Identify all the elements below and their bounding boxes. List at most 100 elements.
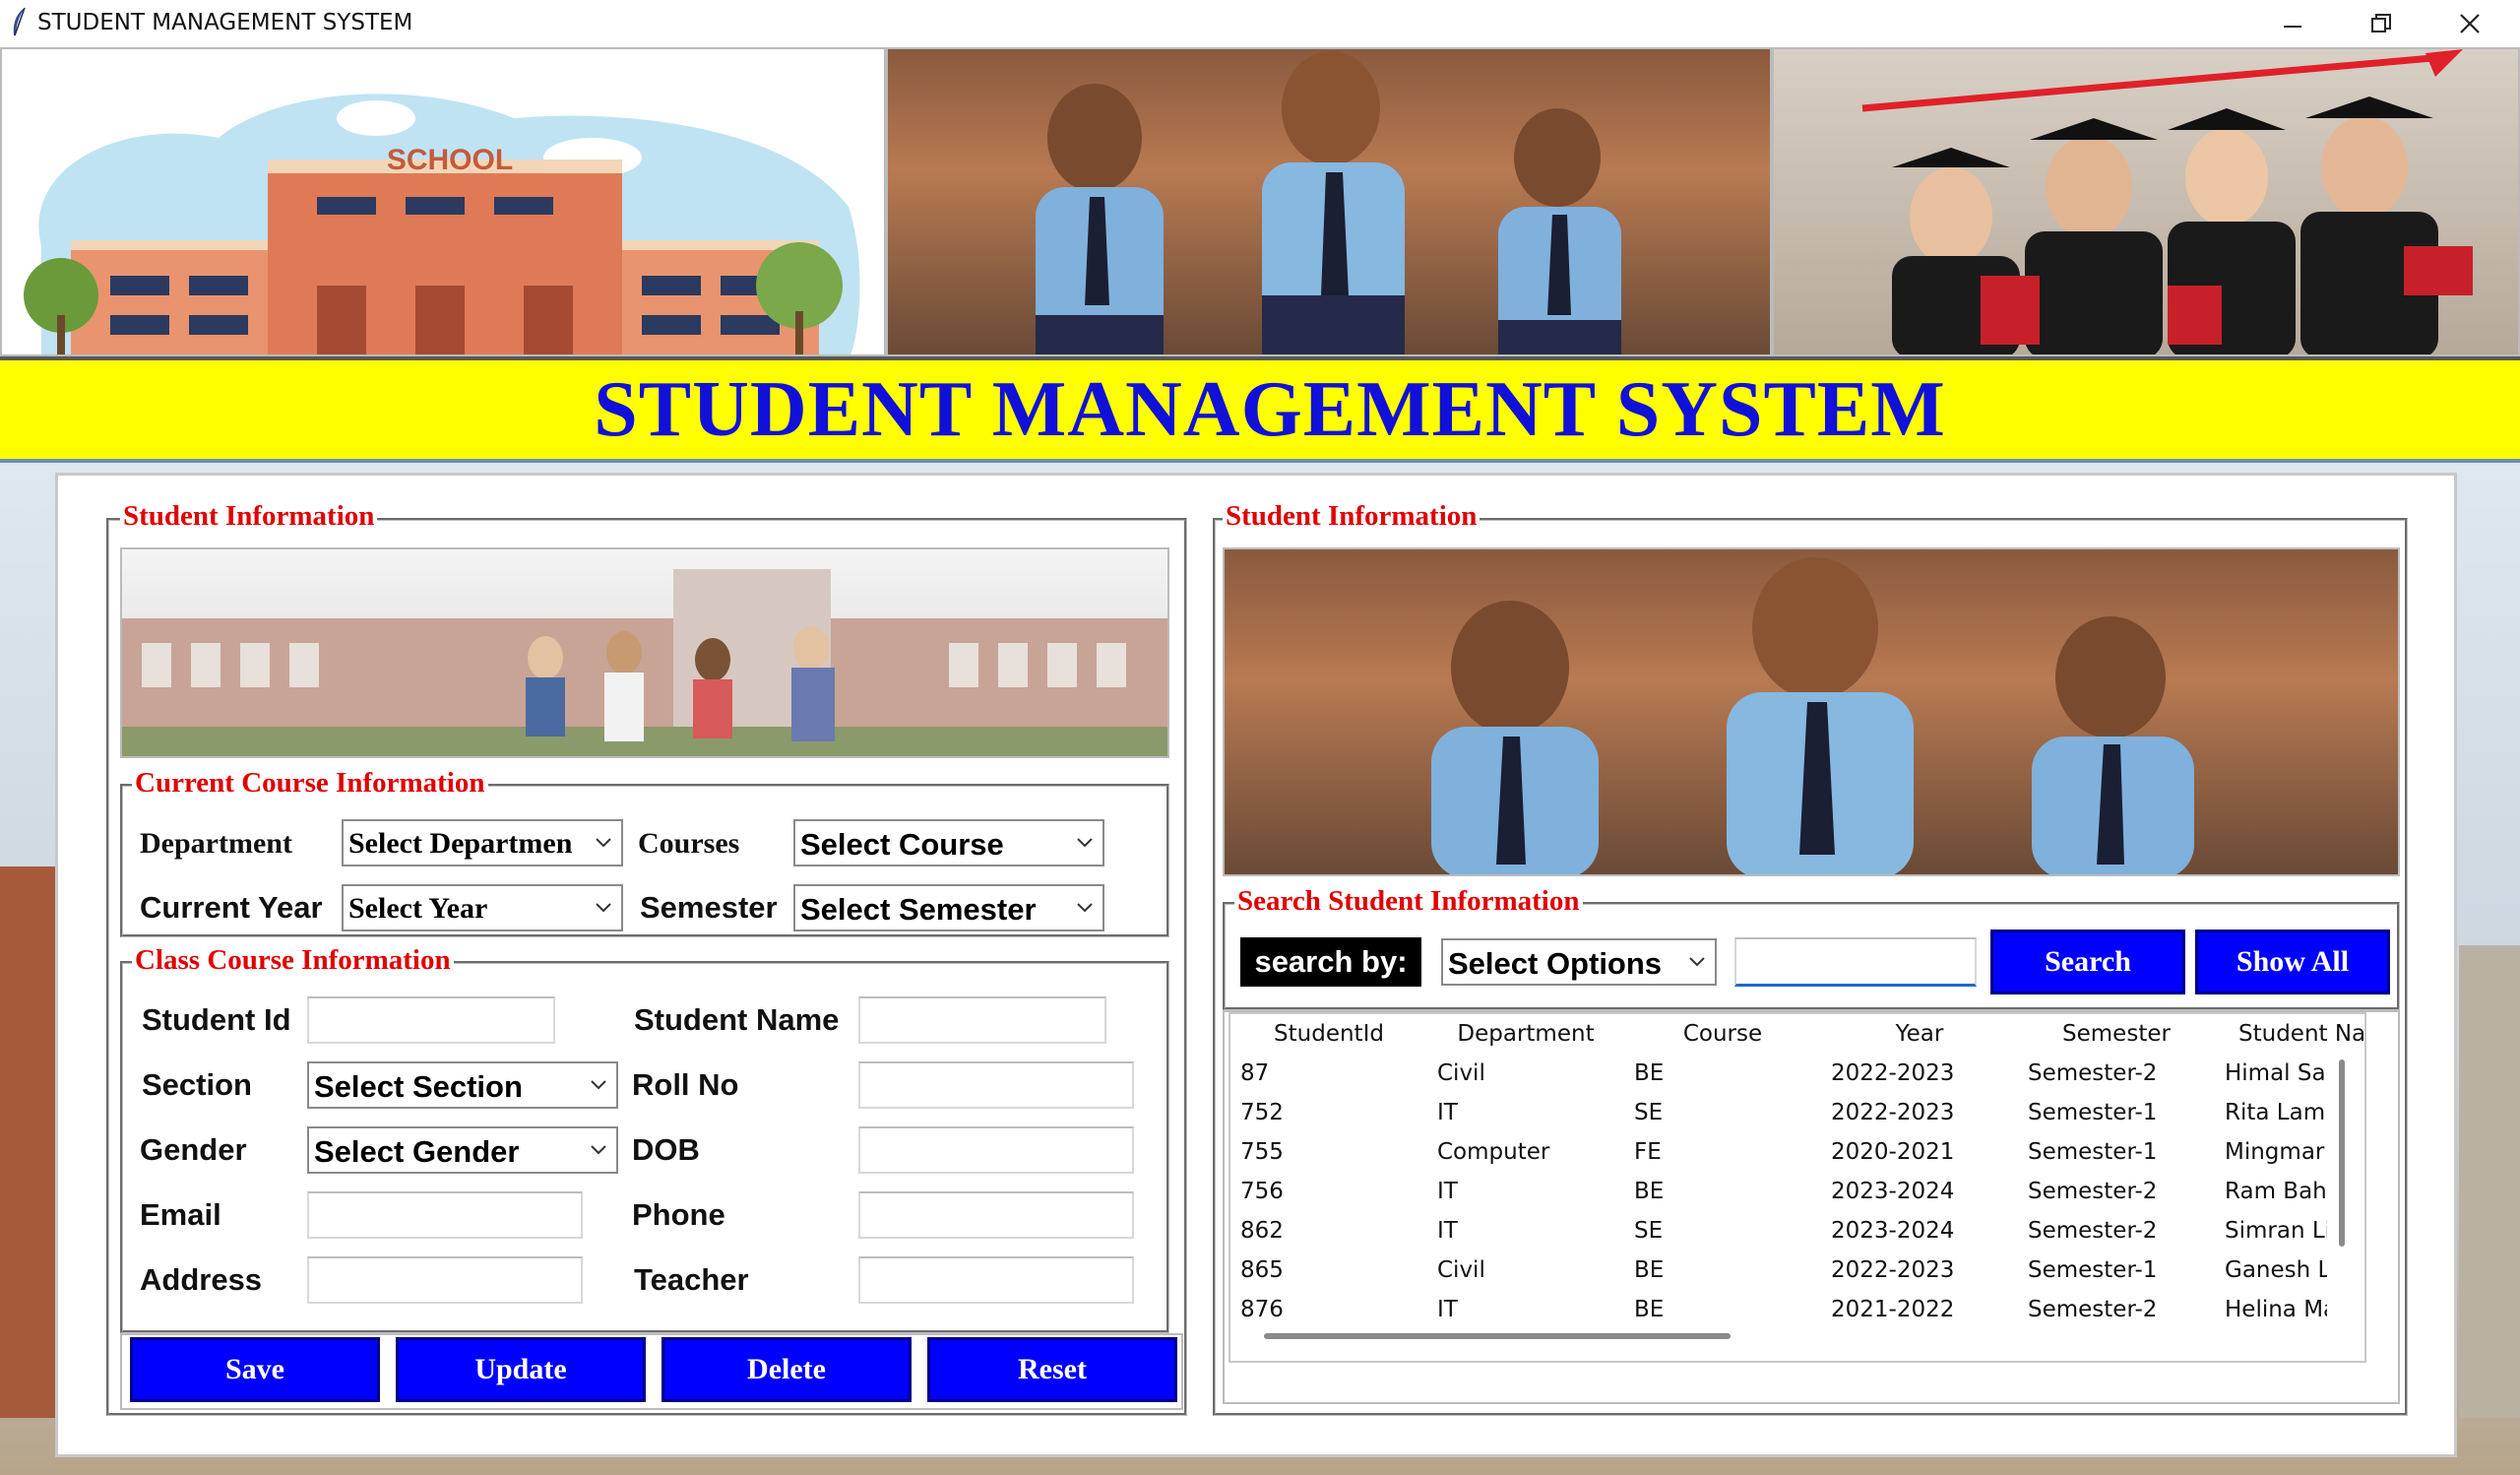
- year-select[interactable]: Select Year: [342, 884, 623, 931]
- restore-button[interactable]: [2337, 0, 2426, 47]
- app-banner: STUDENT MANAGEMENT SYSTEM: [0, 356, 2520, 463]
- search-button[interactable]: Search: [1990, 930, 2185, 994]
- column-header-semester[interactable]: Semester: [2018, 1014, 2216, 1054]
- cell-year: 2022-2023: [1831, 1060, 1955, 1086]
- cell-department: Civil: [1437, 1060, 1485, 1086]
- red-arrow: [1861, 53, 2444, 112]
- cell-course: FE: [1634, 1139, 1662, 1165]
- banner-title: STUDENT MANAGEMENT SYSTEM: [594, 365, 1946, 453]
- chevron-down-icon: [1689, 957, 1705, 967]
- student-name-label: Student Name: [634, 1002, 840, 1037]
- phone-input[interactable]: [858, 1191, 1134, 1239]
- right-frame-title: Student Information: [1223, 500, 1480, 532]
- search-options-value: Select Options: [1448, 946, 1663, 981]
- courses-select[interactable]: Select Course: [793, 819, 1104, 866]
- reset-button[interactable]: Reset: [927, 1337, 1177, 1402]
- cell-course: BE: [1634, 1257, 1665, 1283]
- table-row[interactable]: 755 Computer FE 2020-2021 Semester-1 Mingmar …: [1230, 1132, 2364, 1172]
- column-header-department[interactable]: Department: [1427, 1014, 1625, 1054]
- chevron-down-icon: [591, 1145, 606, 1155]
- save-button[interactable]: Save: [130, 1337, 380, 1402]
- building-right-background: [2459, 945, 2520, 1418]
- title-bar: STUDENT MANAGEMENT SYSTEM: [0, 0, 2520, 47]
- table-row[interactable]: 87 Civil BE 2022-2023 Semester-2 Himal Sagar: [1230, 1054, 2364, 1093]
- dob-input[interactable]: [858, 1126, 1134, 1174]
- restore-icon: [2371, 14, 2391, 32]
- school-illustration: SCHOOL: [24, 94, 860, 354]
- department-select-value: Select Departmen: [348, 827, 573, 860]
- cell-student-name: Ganesh Limb: [2225, 1257, 2327, 1283]
- delete-button[interactable]: Delete: [662, 1337, 912, 1402]
- close-icon: [2460, 14, 2480, 33]
- gender-select-value: Select Gender: [314, 1134, 520, 1169]
- graduates-illustration: [1861, 49, 2473, 354]
- cell-studentid: 862: [1240, 1218, 1284, 1244]
- address-input[interactable]: [307, 1256, 583, 1304]
- cell-student-name: Ram Bahadur: [2225, 1179, 2327, 1204]
- cell-studentid: 87: [1240, 1060, 1270, 1086]
- graduates-photo: [1772, 47, 2520, 356]
- cell-semester: Semester-1: [2028, 1100, 2158, 1125]
- email-input[interactable]: [307, 1191, 583, 1239]
- year-select-value: Select Year: [348, 892, 488, 925]
- search-options-select[interactable]: Select Options: [1441, 938, 1717, 986]
- cell-year: 2023-2024: [1831, 1179, 1955, 1204]
- students-illustration-right: [1431, 557, 2194, 874]
- cell-student-name: Mingmar Lan: [2225, 1139, 2327, 1165]
- cell-year: 2022-2023: [1831, 1100, 1955, 1125]
- roll-no-input[interactable]: [858, 1061, 1134, 1109]
- gender-select[interactable]: Select Gender: [307, 1126, 618, 1174]
- teacher-input[interactable]: [858, 1256, 1134, 1304]
- cell-course: SE: [1634, 1218, 1664, 1244]
- section-select-value: Select Section: [314, 1069, 523, 1104]
- semester-select[interactable]: Select Semester: [793, 884, 1104, 931]
- cell-semester: Semester-2: [2028, 1218, 2158, 1244]
- column-header-year[interactable]: Year: [1821, 1014, 2019, 1054]
- student-name-input[interactable]: [858, 996, 1106, 1044]
- vertical-scrollbar[interactable]: [2327, 1054, 2361, 1319]
- cell-semester: Semester-1: [2028, 1257, 2158, 1283]
- cell-department: IT: [1437, 1100, 1458, 1125]
- table-row[interactable]: 752 IT SE 2022-2023 Semester-1 Rita Lamichh: [1230, 1093, 2364, 1132]
- cell-department: IT: [1437, 1218, 1458, 1244]
- courses-label: Courses: [638, 827, 740, 860]
- window-title: STUDENT MANAGEMENT SYSTEM: [37, 10, 413, 35]
- students-illustration: [1036, 51, 1621, 354]
- cell-year: 2020-2021: [1831, 1139, 1955, 1165]
- search-input[interactable]: [1734, 937, 1977, 987]
- horizontal-scrollbar-thumb[interactable]: [1264, 1333, 1731, 1339]
- table-row[interactable]: 862 IT SE 2023-2024 Semester-2 Simran Limbo: [1230, 1211, 2364, 1251]
- show-all-button[interactable]: Show All: [2195, 930, 2390, 994]
- cell-student-name: Himal Sagar: [2225, 1060, 2327, 1086]
- vertical-scrollbar-thumb[interactable]: [2339, 1059, 2345, 1247]
- student-id-input[interactable]: [307, 996, 555, 1044]
- address-label: Address: [140, 1262, 263, 1297]
- update-button[interactable]: Update: [396, 1337, 646, 1402]
- dob-label: DOB: [632, 1132, 700, 1167]
- close-button[interactable]: [2426, 0, 2514, 47]
- campus-illustration: [122, 569, 1167, 756]
- roll-no-label: Roll No: [632, 1067, 739, 1102]
- school-building-image: SCHOOL: [0, 47, 886, 356]
- column-header-studentid[interactable]: StudentId: [1230, 1014, 1428, 1054]
- search-by-label: search by:: [1240, 937, 1421, 987]
- building-left-background: [0, 866, 57, 1418]
- table-row[interactable]: 756 IT BE 2023-2024 Semester-2 Ram Bahadur: [1230, 1172, 2364, 1211]
- cell-studentid: 755: [1240, 1139, 1284, 1165]
- column-header-course[interactable]: Course: [1624, 1014, 1822, 1054]
- table-row[interactable]: 865 Civil BE 2022-2023 Semester-1 Ganesh Limb: [1230, 1251, 2364, 1290]
- chevron-down-icon: [596, 903, 611, 913]
- cell-studentid: 865: [1240, 1257, 1284, 1283]
- cell-department: Computer: [1437, 1139, 1550, 1165]
- cell-course: SE: [1634, 1100, 1664, 1125]
- minimize-button[interactable]: [2248, 0, 2337, 47]
- students-photo-right: [1223, 547, 2400, 876]
- red-arrow-head: [2426, 49, 2463, 77]
- horizontal-scrollbar[interactable]: [1230, 1319, 2327, 1357]
- column-header-student-name[interactable]: Student Nar: [2215, 1014, 2364, 1054]
- course-info-title: Current Course Information: [132, 767, 488, 799]
- department-select[interactable]: Select Departmen: [342, 819, 623, 866]
- semester-select-value: Select Semester: [800, 892, 1037, 927]
- student-table: StudentId Department Course Year Semeste…: [1228, 1012, 2366, 1363]
- section-select[interactable]: Select Section: [307, 1061, 618, 1109]
